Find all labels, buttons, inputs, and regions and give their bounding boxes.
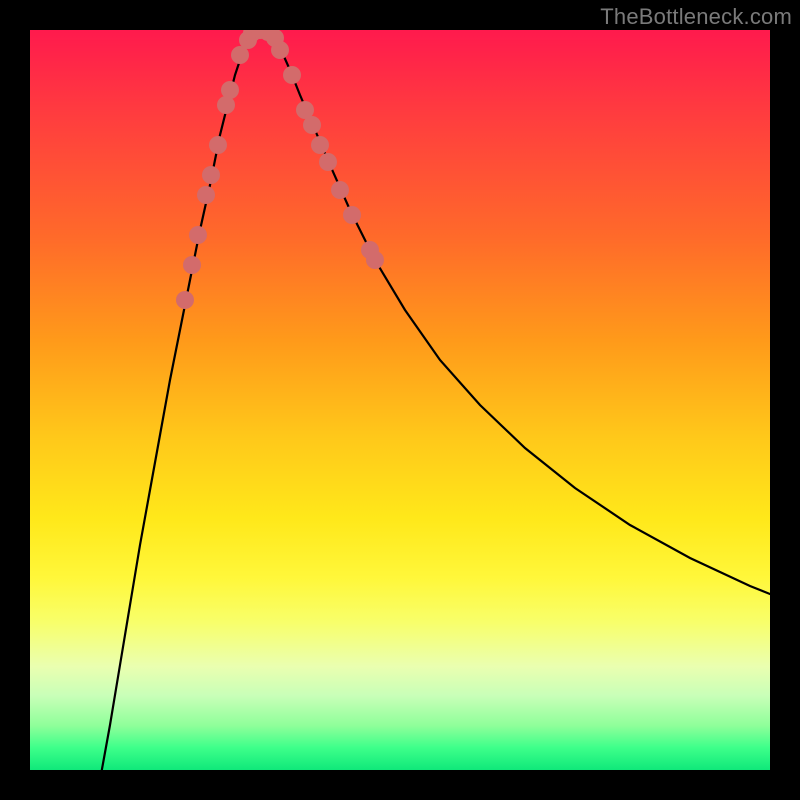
curve-marker	[221, 81, 239, 99]
watermark-text: TheBottleneck.com	[600, 4, 792, 30]
curve-marker	[202, 166, 220, 184]
plot-area	[30, 30, 770, 770]
chart-frame: TheBottleneck.com	[0, 0, 800, 800]
curve-marker	[343, 206, 361, 224]
curve-marker	[239, 31, 257, 49]
curve-marker	[231, 46, 249, 64]
curve-marker	[296, 101, 314, 119]
curve-markers	[176, 30, 384, 309]
curve-marker	[303, 116, 321, 134]
curve-marker	[189, 226, 207, 244]
curve-marker	[311, 136, 329, 154]
curve-marker	[197, 186, 215, 204]
curve-marker	[176, 291, 194, 309]
curve-marker	[319, 153, 337, 171]
curve-marker	[283, 66, 301, 84]
curve-marker	[251, 30, 269, 39]
curve-marker	[331, 181, 349, 199]
curve-marker	[266, 30, 284, 47]
curve-marker	[183, 256, 201, 274]
bottleneck-curve	[100, 30, 770, 770]
curve-marker	[259, 30, 277, 41]
curve-marker	[209, 136, 227, 154]
curve-marker	[217, 96, 235, 114]
curve-marker	[271, 41, 289, 59]
curve-svg	[30, 30, 770, 770]
curve-marker	[243, 30, 261, 42]
curve-marker	[361, 241, 379, 259]
curve-marker	[366, 251, 384, 269]
